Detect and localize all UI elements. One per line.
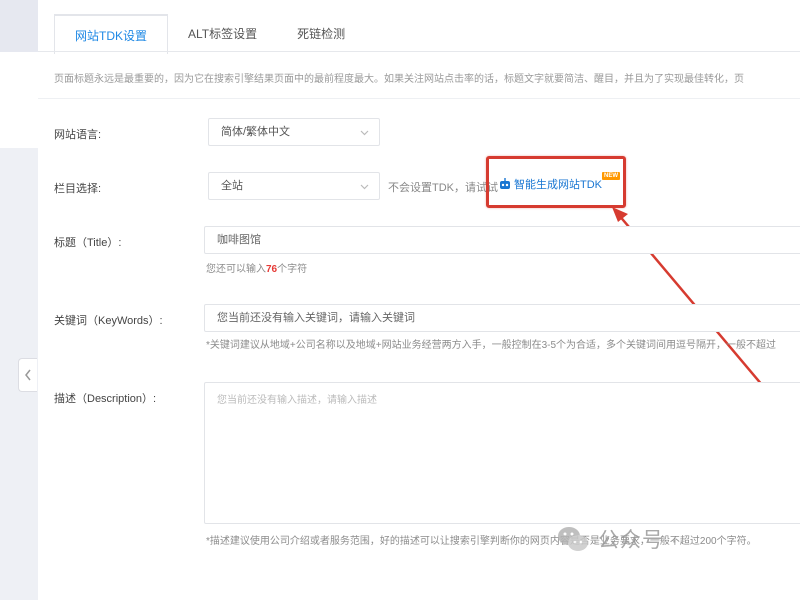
- watermark-text: 公众号 ·: [598, 529, 679, 552]
- sidebar-segment: [0, 0, 38, 52]
- tdk-help-hint: 不会设置TDK，请试试: [388, 182, 498, 194]
- wechat-watermark: 公众号 ·: [556, 524, 679, 554]
- language-select-value: 简体/繁体中文: [221, 126, 291, 138]
- tab-dead-link-check[interactable]: 死链检测: [277, 14, 365, 52]
- description-label: 描述（Description）:: [54, 393, 157, 405]
- description-textarea[interactable]: 您当前还没有输入描述，请输入描述: [204, 382, 800, 524]
- chevron-down-icon: [360, 130, 369, 136]
- column-select[interactable]: 全站: [208, 172, 380, 200]
- chevron-left-icon: [25, 369, 31, 381]
- keywords-hint: *关键词建议从地域+公司名称以及地域+网站业务经营两方入手，一般控制在3-5个为…: [206, 340, 777, 351]
- title-label: 标题（Title）:: [54, 237, 122, 249]
- tab-alt-tags[interactable]: ALT标签设置: [168, 14, 277, 52]
- language-select[interactable]: 简体/繁体中文: [208, 118, 380, 146]
- title-counter-suffix: 个字符: [277, 264, 308, 275]
- title-input[interactable]: 咖啡图馆: [204, 226, 800, 254]
- collapse-sidebar-button[interactable]: [18, 358, 37, 392]
- title-counter-prefix: 您还可以输入: [206, 264, 266, 275]
- main-panel: 网站TDK设置 ALT标签设置 死链检测 页面标题永远是最重要的，因为它在搜索引…: [38, 0, 800, 600]
- description-hint: *描述建议使用公司介绍或者服务范围，好的描述可以让搜索引擎判断你的网页内容是否是…: [206, 536, 757, 547]
- language-label: 网站语言:: [54, 129, 102, 141]
- chevron-down-icon: [360, 184, 369, 190]
- sidebar-segment-active[interactable]: [0, 52, 38, 148]
- keywords-input[interactable]: 您当前还没有输入关键词，请输入关键词: [204, 304, 800, 332]
- annotation-highlight-box: [486, 156, 626, 208]
- tab-website-tdk[interactable]: 网站TDK设置: [54, 14, 169, 55]
- title-counter-number: 76: [266, 264, 278, 275]
- left-sidebar: [0, 0, 38, 600]
- wechat-icon: [558, 527, 588, 551]
- divider: [38, 98, 800, 99]
- tabs-divider: [38, 51, 800, 52]
- column-select-value: 全站: [221, 180, 243, 192]
- keywords-label: 关键词（KeyWords）:: [54, 315, 163, 327]
- tab-bar: 网站TDK设置 ALT标签设置 死链检测: [54, 14, 365, 55]
- column-label: 栏目选择:: [54, 183, 102, 195]
- title-char-counter: 您还可以输入76个字符: [206, 260, 307, 275]
- tdk-notice-text: 页面标题永远是最重要的，因为它在搜索引擎结果页面中的最前程度最大。如果关注网站点…: [54, 74, 744, 85]
